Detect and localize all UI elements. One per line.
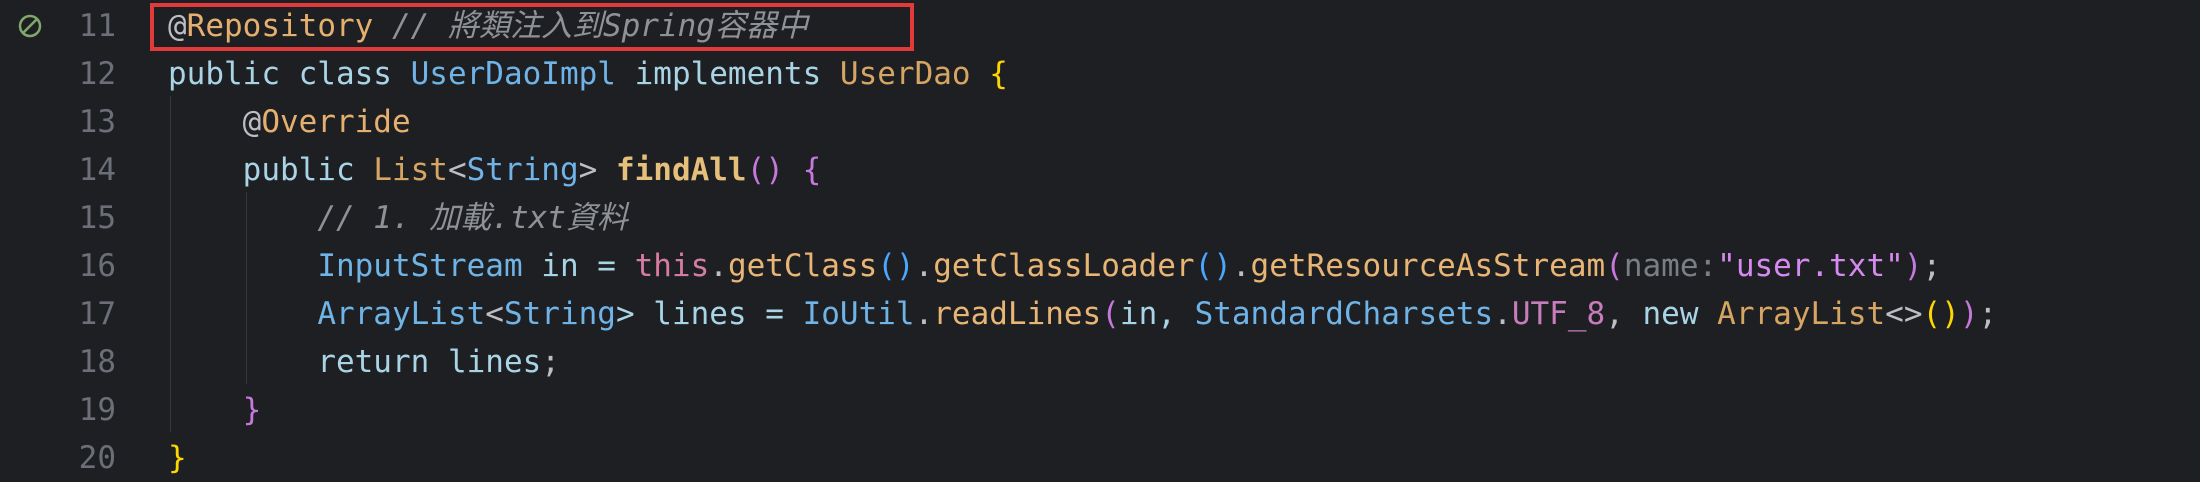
code-line[interactable]: 18 return lines; <box>0 338 2200 386</box>
code-token: . <box>914 248 934 284</box>
code-token: } <box>242 392 262 428</box>
line-number: 11 <box>78 8 116 44</box>
code-text: @Override <box>168 98 411 146</box>
code-token: String <box>466 152 579 188</box>
code-token: ) <box>1903 248 1923 284</box>
code-token: () <box>877 248 915 284</box>
code-token: UTF_8 <box>1511 296 1606 332</box>
code-token: < <box>485 296 504 332</box>
line-number: 13 <box>78 104 116 140</box>
code-line[interactable]: 19 } <box>0 386 2200 434</box>
code-token: UserDaoImpl <box>410 56 616 92</box>
code-token: ; <box>541 344 560 380</box>
code-token: } <box>168 440 187 476</box>
code-line[interactable]: 12 public class UserDaoImpl implements Us… <box>0 50 2200 98</box>
code-token: . <box>709 248 728 284</box>
code-token: return <box>317 344 448 380</box>
code-token: readLines <box>933 296 1102 332</box>
code-token: UserDao <box>839 56 971 92</box>
code-token: @ <box>242 104 262 140</box>
line-number: 20 <box>78 440 116 476</box>
line-number: 16 <box>78 248 116 284</box>
code-line[interactable]: 20} <box>0 434 2200 482</box>
code-token: StandardCharsets <box>1194 296 1494 332</box>
line-number: 19 <box>78 392 116 428</box>
code-token: new <box>1642 296 1718 332</box>
code-text: // 1. 加載.txt資料 <box>168 194 628 242</box>
code-token: ( <box>1101 296 1120 332</box>
annotation-highlight-box <box>150 3 914 51</box>
code-token: List <box>373 152 448 188</box>
code-token: IoUtil <box>802 296 915 332</box>
code-token: getClassLoader <box>933 248 1195 284</box>
code-token: () <box>1922 296 1960 332</box>
code-token: > lines = <box>615 296 803 332</box>
code-token: , <box>1605 296 1643 332</box>
code-token: in = <box>522 248 635 284</box>
code-token: < <box>447 152 467 188</box>
code-text: public class UserDaoImpl implements User… <box>168 50 1008 98</box>
code-token: "user.txt" <box>1717 248 1904 284</box>
code-token: ArrayList <box>317 296 486 332</box>
code-text: InputStream in = this.getClass().getClas… <box>168 242 1941 290</box>
code-token: <> <box>1885 296 1923 332</box>
code-token: () <box>1194 248 1232 284</box>
code-token: . <box>1493 296 1512 332</box>
code-token: ; <box>1978 296 1998 332</box>
code-token: ; <box>1922 248 1942 284</box>
code-token: public class <box>168 56 411 92</box>
code-token: ArrayList <box>1717 296 1886 332</box>
code-line[interactable]: 14 public List<String> findAll() { <box>0 146 2200 194</box>
code-token: implements <box>615 56 840 92</box>
code-token: in, <box>1119 296 1195 332</box>
code-text: return lines; <box>168 338 560 386</box>
code-text: ArrayList<String> lines = IoUtil.readLin… <box>168 290 1997 338</box>
code-token: name: <box>1623 248 1718 284</box>
code-token: { <box>989 56 1008 92</box>
code-token: InputStream <box>317 248 523 284</box>
code-line[interactable]: 15 // 1. 加載.txt資料 <box>0 194 2200 242</box>
code-line[interactable]: 17 ArrayList<String> lines = IoUtil.read… <box>0 290 2200 338</box>
code-text: } <box>168 386 262 434</box>
code-text: public List<String> findAll() { <box>168 146 822 194</box>
line-number: 12 <box>78 56 116 92</box>
code-token: . <box>1231 248 1251 284</box>
code-token: > <box>578 152 616 188</box>
code-token: String <box>503 296 616 332</box>
code-token: this <box>634 248 710 284</box>
code-token: ( <box>1605 248 1624 284</box>
code-token: Override <box>261 104 411 140</box>
code-token: { <box>802 152 822 188</box>
code-token: lines <box>447 344 542 380</box>
line-number: 14 <box>78 152 116 188</box>
line-number: 18 <box>78 344 116 380</box>
code-token: . <box>914 296 934 332</box>
code-token: // 1. 加載.txt資料 <box>317 200 628 236</box>
code-token: getClass <box>727 248 878 284</box>
code-editor[interactable]: 11 @Repository // 將類注入到Spring容器中 12 public … <box>0 0 2200 482</box>
code-token: public <box>242 152 374 188</box>
code-token: () <box>746 152 784 188</box>
code-text: } <box>168 434 187 482</box>
code-token: getResourceAsStream <box>1250 248 1606 284</box>
line-number: 17 <box>78 296 116 332</box>
code-token: findAll <box>615 152 747 188</box>
line-number: 15 <box>78 200 116 236</box>
code-token: ) <box>1959 296 1979 332</box>
code-line[interactable]: 16 InputStream in = this.getClass().getC… <box>0 242 2200 290</box>
code-line[interactable]: 13 @Override <box>0 98 2200 146</box>
